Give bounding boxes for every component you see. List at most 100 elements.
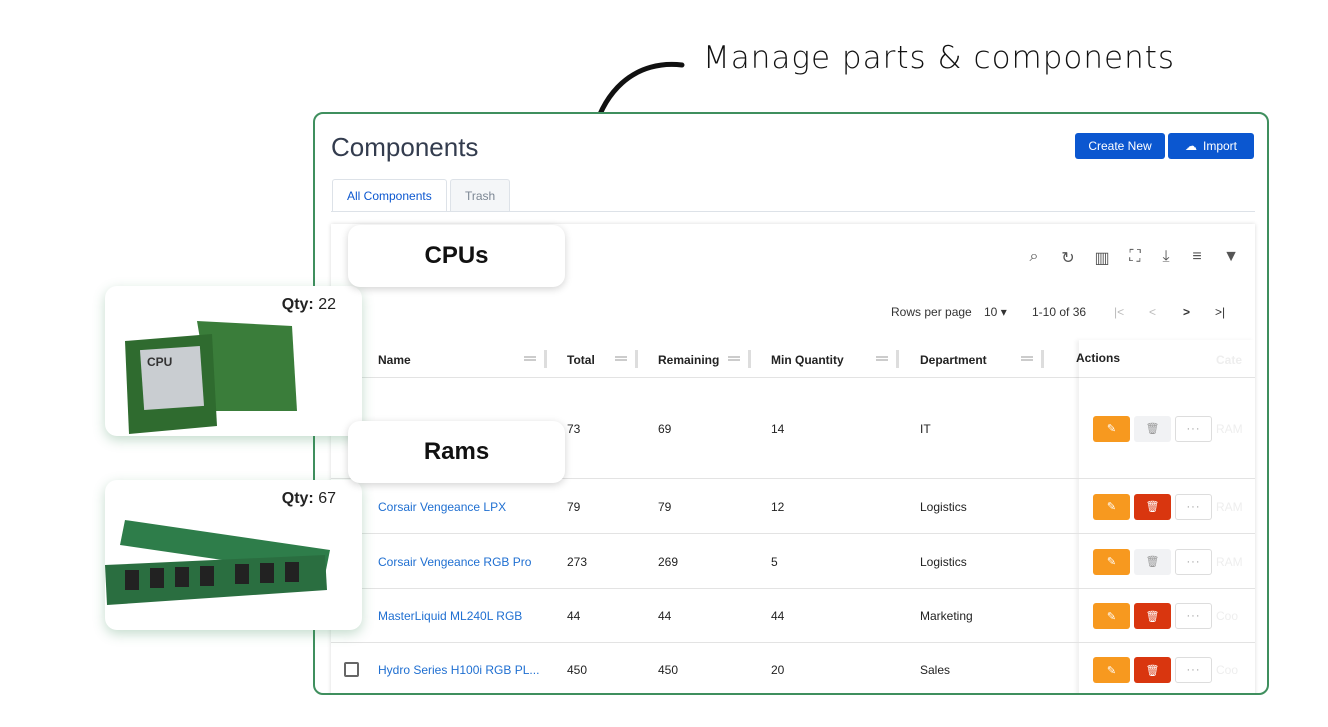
pagination-range: 1-10 of 36 <box>1032 305 1087 319</box>
pencil-icon: ✎ <box>1106 423 1117 435</box>
column-resizer[interactable] <box>635 350 638 368</box>
edit-button[interactable]: ✎ <box>1093 548 1130 575</box>
row-actions: ✎ 🗑 ··· <box>1093 548 1223 575</box>
columns-icon[interactable]: ▥ <box>1092 248 1112 268</box>
refresh-icon[interactable]: ↻ <box>1058 248 1078 268</box>
column-department[interactable]: Department <box>920 353 987 367</box>
column-name[interactable]: Name <box>378 353 411 367</box>
row-actions: ✎ 🗑 ··· <box>1093 493 1223 520</box>
tab-all-components[interactable]: All Components <box>332 179 447 212</box>
next-page-icon[interactable]: > <box>1183 305 1190 319</box>
total-cell: 44 <box>567 609 581 623</box>
min-quantity-cell: 12 <box>771 499 785 514</box>
row-actions: ✎ 🗑 ··· <box>1093 415 1223 442</box>
filter-icon[interactable]: ▼ <box>1221 248 1241 268</box>
trash-icon: 🗑 <box>1145 610 1160 623</box>
min-quantity-cell: 44 <box>771 609 785 623</box>
column-menu-icon[interactable] <box>1021 356 1033 361</box>
column-menu-icon[interactable] <box>728 356 740 361</box>
table-row[interactable]: Corsair Vengeance LPX 79 79 12 Logistics… <box>331 479 1255 534</box>
cpus-callout: CPUs <box>348 225 565 287</box>
callout-title: CPUs <box>424 242 489 269</box>
more-button[interactable]: ··· <box>1175 493 1212 520</box>
ram-image <box>105 520 330 605</box>
import-button[interactable]: ☁ Import <box>1168 133 1254 159</box>
fullscreen-icon[interactable]: ⛶ <box>1125 248 1145 268</box>
column-resizer[interactable] <box>748 350 751 368</box>
rows-per-page-label: Rows per page <box>891 305 972 319</box>
category-cell: RAM <box>1216 421 1243 436</box>
remaining-cell: 44 <box>658 609 672 623</box>
more-icon: ··· <box>1186 422 1201 435</box>
import-label: Import <box>1202 139 1237 153</box>
column-remaining[interactable]: Remaining <box>658 353 719 367</box>
density-icon[interactable]: ≡ <box>1187 248 1207 268</box>
last-page-icon[interactable]: >| <box>1215 305 1225 319</box>
delete-button[interactable]: 🗑 <box>1134 603 1171 629</box>
components-panel: Components Create New ☁ Import All Compon… <box>313 112 1269 695</box>
remaining-cell: 79 <box>658 499 672 514</box>
edit-button[interactable]: ✎ <box>1093 603 1130 629</box>
edit-button[interactable]: ✎ <box>1093 493 1130 520</box>
more-button[interactable]: ··· <box>1175 603 1212 629</box>
trash-icon: 🗑 <box>1145 423 1160 435</box>
row-checkbox[interactable] <box>344 662 359 677</box>
download-icon[interactable]: ⤓ <box>1156 248 1176 268</box>
tab-label: Trash <box>465 189 496 203</box>
more-button[interactable]: ··· <box>1175 548 1212 575</box>
column-resizer[interactable] <box>544 350 547 368</box>
first-page-icon[interactable]: |< <box>1114 305 1124 319</box>
edit-button[interactable]: ✎ <box>1093 415 1130 442</box>
total-cell: 450 <box>567 663 588 677</box>
total-cell: 273 <box>567 554 588 569</box>
trash-icon: 🗑 <box>1145 556 1160 568</box>
table-row[interactable]: Corsair Vengeance RGB Pro 273 269 5 Logi… <box>331 534 1255 589</box>
ram-product-card: Qty: 67 <box>105 480 362 630</box>
tab-trash[interactable]: Trash <box>450 179 511 212</box>
pencil-icon: ✎ <box>1106 501 1117 513</box>
table-row[interactable]: Hydro Series H100i RGB PL... 450 450 20 … <box>331 643 1255 693</box>
component-name-link[interactable]: Corsair Vengeance RGB Pro <box>378 555 531 569</box>
delete-button[interactable]: 🗑 <box>1134 657 1171 683</box>
delete-button: 🗑 <box>1134 415 1171 442</box>
remaining-cell: 69 <box>658 421 672 436</box>
qty-value: 22 <box>318 296 336 313</box>
category-cell: RAM <box>1216 554 1243 569</box>
component-name-link[interactable]: Hydro Series H100i RGB PL... <box>378 663 539 677</box>
column-menu-icon[interactable] <box>876 356 888 361</box>
prev-page-icon[interactable]: < <box>1149 305 1156 319</box>
min-quantity-cell: 20 <box>771 663 785 677</box>
search-icon[interactable]: ⌕ <box>1024 248 1044 268</box>
more-button[interactable]: ··· <box>1175 657 1212 683</box>
tab-divider <box>331 211 1255 212</box>
qty-label: Qty: <box>281 490 314 507</box>
column-menu-icon[interactable] <box>524 356 536 361</box>
component-name-link[interactable]: MasterLiquid ML240L RGB <box>378 609 522 623</box>
qty-value: 67 <box>318 490 336 507</box>
component-name-link[interactable]: Corsair Vengeance LPX <box>378 500 506 514</box>
rows-per-page-select[interactable]: 10 ▾ <box>984 305 1007 319</box>
cpu-qty: Qty: 22 <box>282 296 336 314</box>
create-new-button[interactable]: Create New <box>1075 133 1165 159</box>
remaining-cell: 269 <box>658 554 679 569</box>
department-cell: Sales <box>920 663 951 677</box>
column-resizer[interactable] <box>896 350 899 368</box>
ram-qty: Qty: 67 <box>282 490 336 508</box>
min-quantity-cell: 14 <box>771 421 785 436</box>
more-button[interactable]: ··· <box>1175 415 1212 442</box>
row-actions: ✎ 🗑 ··· <box>1093 657 1223 683</box>
table-row[interactable]: MasterLiquid ML240L RGB 44 44 44 Marketi… <box>331 589 1255 643</box>
column-min-quantity[interactable]: Min Quantity <box>771 353 844 367</box>
row-actions: ✎ 🗑 ··· <box>1093 603 1223 629</box>
department-cell: Logistics <box>920 554 967 569</box>
edit-button[interactable]: ✎ <box>1093 657 1130 683</box>
delete-button[interactable]: 🗑 <box>1134 493 1171 520</box>
column-menu-icon[interactable] <box>615 356 627 361</box>
column-total[interactable]: Total <box>567 353 595 367</box>
pagination: Rows per page 10 ▾ 1-10 of 36 |< < > >| <box>331 305 1255 325</box>
category-cell: RAM <box>1216 499 1243 514</box>
cloud-upload-icon: ☁ <box>1184 139 1197 153</box>
department-cell: Logistics <box>920 499 967 514</box>
page-title: Components <box>331 132 479 162</box>
column-resizer[interactable] <box>1041 350 1044 368</box>
